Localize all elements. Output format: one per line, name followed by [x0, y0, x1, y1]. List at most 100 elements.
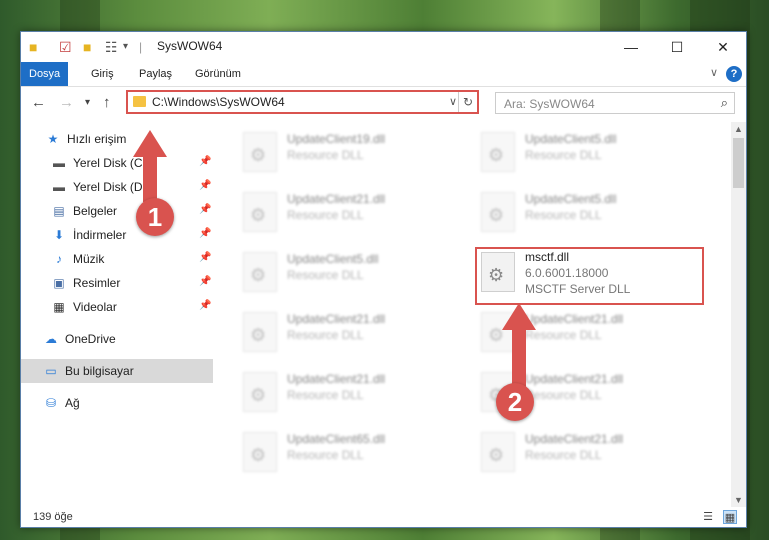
sidebar-item-hizli-erisim[interactable]: ★ Hızlı erişim	[21, 127, 213, 151]
dll-file-icon: ⚙	[243, 372, 277, 412]
refresh-icon[interactable]: ↻	[458, 92, 477, 112]
tab-paylas[interactable]: Paylaş	[131, 62, 180, 86]
sidebar-item-onedrive[interactable]: ☁ OneDrive	[21, 327, 213, 351]
file-description: Resource DLL	[525, 388, 602, 402]
list-item[interactable]: ⚙ UpdateClient21.dll Resource DLL	[233, 366, 413, 416]
maximize-button[interactable]: ☐	[654, 32, 700, 62]
pin-icon[interactable]: 📌	[199, 180, 211, 191]
address-bar[interactable]: C:\Windows\SysWOW64 ∨ ↻	[126, 90, 479, 114]
file-description: Resource DLL	[525, 208, 602, 222]
file-name: UpdateClient21.dll	[287, 372, 386, 386]
details-view-icon[interactable]: ☰	[701, 510, 715, 524]
sidebar-item-label: Yerel Disk (C:)	[73, 156, 150, 170]
vertical-scrollbar[interactable]: ▲ ▼	[731, 122, 746, 507]
pin-icon[interactable]: 📌	[199, 252, 211, 263]
sidebar-item-label: Hızlı erişim	[67, 132, 127, 146]
pin-icon[interactable]: 📌	[199, 276, 211, 287]
step-badge-2: 2	[496, 383, 534, 421]
file-description: Resource DLL	[287, 148, 364, 162]
toolbar-dropdown-icon[interactable]: ▾	[123, 39, 128, 55]
list-item[interactable]: ⚙ UpdateClient5.dll Resource DLL	[471, 126, 651, 176]
list-item[interactable]: ⚙ UpdateClient5.dll Resource DLL	[233, 246, 413, 296]
properties-icon[interactable]: ☑	[59, 39, 72, 55]
dll-file-icon: ⚙	[243, 132, 277, 172]
gear-icon: ⚙	[488, 205, 505, 225]
file-name: UpdateClient21.dll	[287, 192, 386, 206]
file-description: Resource DLL	[287, 388, 364, 402]
close-button[interactable]: ✕	[700, 32, 746, 62]
back-arrow-icon[interactable]: ←	[31, 95, 46, 111]
gear-icon: ⚙	[250, 385, 267, 405]
sidebar-item-belgeler[interactable]: ▤ Belgeler 📌	[21, 199, 213, 223]
search-box[interactable]: Ara: SysWOW64 ⌕	[495, 92, 735, 114]
file-list: ⚙ UpdateClient19.dll Resource DLL ⚙ Upda…	[223, 120, 731, 500]
tab-giris[interactable]: Giriş	[83, 62, 122, 86]
recent-locations-icon[interactable]: ▾	[85, 95, 90, 111]
tab-gorunum[interactable]: Görünüm	[187, 62, 249, 86]
file-name: UpdateClient5.dll	[525, 132, 617, 146]
address-text[interactable]: C:\Windows\SysWOW64	[152, 95, 285, 109]
file-description: Resource DLL	[287, 268, 364, 282]
scroll-down-icon[interactable]: ▼	[734, 495, 743, 505]
list-item[interactable]: ⚙ UpdateClient21.dll Resource DLL	[233, 306, 413, 356]
step-badge-1: 1	[136, 198, 174, 236]
tab-dosya[interactable]: Dosya	[21, 62, 69, 86]
list-item[interactable]: ⚙ UpdateClient19.dll Resource DLL	[233, 126, 413, 176]
ribbon-collapse-icon[interactable]: ∨	[710, 66, 718, 79]
pin-icon[interactable]: 📌	[199, 228, 211, 239]
pin-icon[interactable]: 📌	[199, 204, 211, 215]
title-separator: |	[139, 40, 143, 54]
explorer-window: ■ ☑ ■ ☷ ▾ | SysWOW64 — ☐ ✕ Dosya Giriş P…	[20, 31, 747, 528]
sidebar-item-label: Videolar	[73, 300, 117, 314]
pin-icon[interactable]: 📌	[199, 300, 211, 311]
window-title: SysWOW64	[157, 39, 223, 53]
scroll-thumb[interactable]	[733, 138, 744, 188]
sidebar-item-resimler[interactable]: ▣ Resimler 📌	[21, 271, 213, 295]
minimize-button[interactable]: —	[608, 32, 654, 62]
sidebar-item-bu-bilgisayar[interactable]: ▭ Bu bilgisayar	[21, 359, 213, 383]
file-name: UpdateClient19.dll	[287, 132, 386, 146]
sidebar-item-label: Resimler	[73, 276, 121, 290]
navigation-bar: ← → ▾ ↑ C:\Windows\SysWOW64 ∨ ↻ Ara: Sys…	[21, 87, 746, 119]
gear-icon: ⚙	[250, 145, 267, 165]
search-icon[interactable]: ⌕	[721, 95, 728, 111]
sidebar-item-ag[interactable]: ⛁ Ağ	[21, 391, 213, 415]
sidebar-item-muzik[interactable]: ♪ Müzik 📌	[21, 247, 213, 271]
new-folder-icon[interactable]: ■	[83, 39, 91, 55]
list-item[interactable]: ⚙ UpdateClient65.dll Resource DLL	[233, 426, 413, 476]
status-bar: 139 öğe ☰ ▦	[21, 507, 746, 527]
gear-icon: ⚙	[250, 325, 267, 345]
up-arrow-icon[interactable]: ↑	[103, 95, 111, 111]
sidebar-item-yerel-disk-c[interactable]: ▬ Yerel Disk (C:) 📌	[21, 151, 213, 175]
music-icon: ♪	[56, 252, 62, 266]
navigation-pane: ★ Hızlı erişim ▬ Yerel Disk (C:) 📌 ▬ Yer…	[21, 127, 213, 487]
file-name: UpdateClient5.dll	[287, 252, 379, 266]
dll-file-icon: ⚙	[481, 132, 515, 172]
file-description: Resource DLL	[525, 148, 602, 162]
gear-icon: ⚙	[250, 445, 267, 465]
tiles-view-icon[interactable]: ▦	[723, 510, 737, 524]
search-input[interactable]: Ara: SysWOW64	[504, 97, 595, 111]
dll-file-icon: ⚙	[481, 192, 515, 232]
folder-icon: ■	[29, 39, 38, 55]
scroll-up-icon[interactable]: ▲	[734, 124, 743, 134]
dll-file-icon: ⚙	[243, 312, 277, 352]
help-icon[interactable]: ?	[726, 66, 742, 82]
dll-file-icon: ⚙	[243, 432, 277, 472]
list-item[interactable]: ⚙ UpdateClient21.dll Resource DLL	[471, 306, 651, 356]
folder-icon	[133, 96, 146, 107]
forward-arrow-icon[interactable]: →	[59, 95, 74, 111]
pin-icon[interactable]: 📌	[199, 156, 211, 167]
list-item[interactable]: ⚙ UpdateClient21.dll Resource DLL	[233, 186, 413, 236]
list-item[interactable]: ⚙ UpdateClient21.dll Resource DLL	[471, 426, 651, 476]
file-name: UpdateClient65.dll	[287, 432, 386, 446]
sidebar-item-videolar[interactable]: ▦ Videolar 📌	[21, 295, 213, 319]
sidebar-item-yerel-disk-d[interactable]: ▬ Yerel Disk (D:) 📌	[21, 175, 213, 199]
list-item[interactable]: ⚙ UpdateClient5.dll Resource DLL	[471, 186, 651, 236]
sidebar-item-indirmeler[interactable]: ⬇ İndirmeler 📌	[21, 223, 213, 247]
address-dropdown-icon[interactable]: ∨	[449, 95, 457, 108]
sidebar-item-label: İndirmeler	[73, 228, 127, 242]
customize-toolbar-icon[interactable]: ☷	[105, 39, 118, 55]
item-count: 139 öğe	[33, 511, 73, 523]
drive-icon: ▬	[53, 180, 65, 194]
